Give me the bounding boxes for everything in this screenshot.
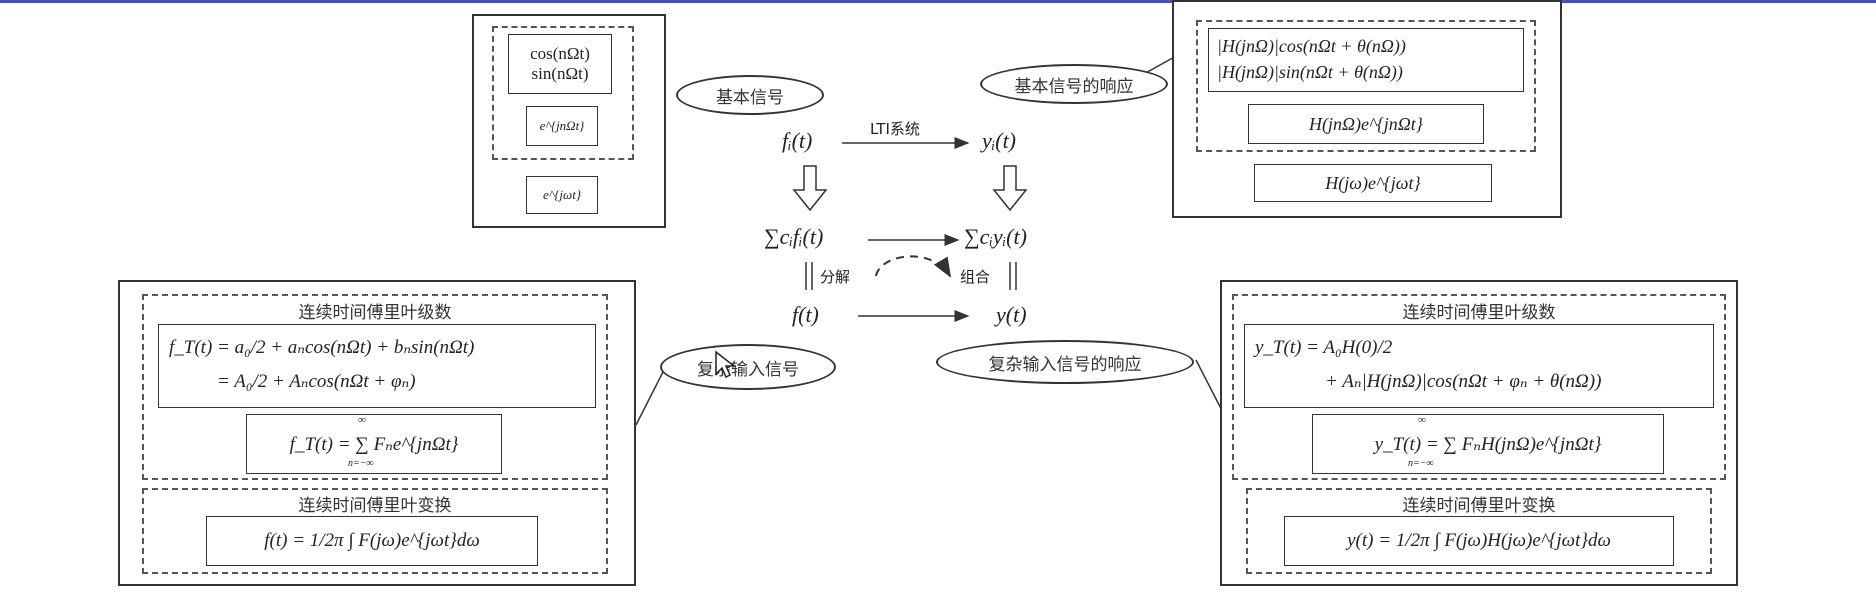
series-exp-box-left: f_T(t) = ∑ Fₙe^{jnΩt} xyxy=(246,414,502,474)
sum-limit-bottom-right: n=−∞ xyxy=(1408,458,1434,469)
mouse-cursor-icon xyxy=(715,350,737,379)
transform-box-left: f(t) = 1/2π ∫ F(jω)e^{jωt}dω xyxy=(206,516,538,566)
complex-response-ellipse: 复杂输入信号的响应 xyxy=(936,340,1194,384)
sum-limit-top-right: ∞ xyxy=(1418,414,1426,426)
cos-sin-box: cos(nΩt) sin(nΩt) xyxy=(508,34,612,94)
f-signal: f(t) xyxy=(792,302,819,327)
basic-response-ellipse: 基本信号的响应 xyxy=(980,64,1168,104)
decompose-label: 分解 xyxy=(820,268,851,286)
series-line1-right: y_T(t) = A₀H(0)/2 xyxy=(1255,337,1393,358)
series-exp-left: f_T(t) = ∑ Fₙe^{jnΩt} xyxy=(289,433,459,455)
series-exp-box-right: y_T(t) = ∑ FₙH(jnΩ)e^{jnΩt} xyxy=(1312,414,1664,474)
series-trig-box-left: f_T(t) = a₀/2 + aₙcos(nΩt) + bₙsin(nΩt) … xyxy=(158,324,596,408)
sum-f: ∑cᵢfᵢ(t) xyxy=(764,224,824,249)
basic-cos: cos(nΩt) xyxy=(530,44,590,63)
complex-response-label: 复杂输入信号的响应 xyxy=(988,354,1142,375)
lti-label: LTI系统 xyxy=(870,120,920,138)
transform-formula-left: f(t) = 1/2π ∫ F(jω)e^{jωt}dω xyxy=(264,530,480,551)
resp-exp-w-box: H(jω)e^{jωt} xyxy=(1254,164,1492,202)
basic-exp-w: e^{jωt} xyxy=(542,187,582,202)
leader-complex-input xyxy=(635,369,665,426)
sum-limit-top-left: ∞ xyxy=(358,414,366,426)
series-title-left: 连续时间傅里叶级数 xyxy=(298,303,452,323)
resp-exp-n: H(jnΩ)e^{jnΩt} xyxy=(1308,113,1423,134)
series-title-right: 连续时间傅里叶级数 xyxy=(1402,303,1556,323)
resp-exp-n-box: H(jnΩ)e^{jnΩt} xyxy=(1248,104,1484,144)
basic-response-label: 基本信号的响应 xyxy=(1014,76,1134,97)
resp-cos-sin-box: |H(jnΩ)|cos(nΩt + θ(nΩ)) |H(jnΩ)|sin(nΩt… xyxy=(1208,28,1524,92)
basic-sin: sin(nΩt) xyxy=(531,64,589,83)
dashed-curve-arrow xyxy=(875,255,952,278)
complex-input-ellipse: 复杂输入信号 xyxy=(660,344,836,390)
resp-exp-w: H(jω)e^{jωt} xyxy=(1325,172,1421,193)
basic-exp-n: e^{jnΩt} xyxy=(539,118,585,133)
series-line1-left: f_T(t) = a₀/2 + aₙcos(nΩt) + bₙsin(nΩt) xyxy=(169,337,475,358)
yi-signal: yᵢ(t) xyxy=(982,128,1017,153)
series-line2-right: + Aₙ|H(jnΩ)|cos(nΩt + φₙ + θ(nΩ)) xyxy=(1325,371,1602,392)
basic-signal-label: 基本信号 xyxy=(716,87,784,108)
transform-title-right: 连续时间傅里叶变换 xyxy=(1402,496,1556,516)
resp-sin: |H(jnΩ)|sin(nΩt + θ(nΩ)) xyxy=(1217,62,1403,82)
hollow-arrow-right xyxy=(992,165,1028,212)
y-signal: y(t) xyxy=(996,302,1027,327)
hollow-arrow-left xyxy=(792,165,828,212)
exp-w-box: e^{jωt} xyxy=(526,176,598,214)
series-line2-left: = A₀/2 + Aₙcos(nΩt + φₙ) xyxy=(217,371,416,392)
complex-input-label: 复杂输入信号 xyxy=(697,359,799,380)
exp-n-box: e^{jnΩt} xyxy=(526,106,598,146)
transform-formula-right: y(t) = 1/2π ∫ F(jω)H(jω)e^{jωt}dω xyxy=(1347,530,1611,551)
sum-y: ∑cᵢyᵢ(t) xyxy=(964,224,1027,249)
sum-limit-bottom-left: n=−∞ xyxy=(348,458,374,469)
series-trig-box-right: y_T(t) = A₀H(0)/2 + Aₙ|H(jnΩ)|cos(nΩt + … xyxy=(1244,324,1714,408)
basic-signal-ellipse: 基本信号 xyxy=(676,75,824,115)
fi-signal: fᵢ(t) xyxy=(782,128,813,153)
series-exp-right: y_T(t) = ∑ FₙH(jnΩ)e^{jnΩt} xyxy=(1374,433,1602,455)
transform-title-left: 连续时间傅里叶变换 xyxy=(298,496,452,516)
resp-cos: |H(jnΩ)|cos(nΩt + θ(nΩ)) xyxy=(1217,36,1406,56)
transform-box-right: y(t) = 1/2π ∫ F(jω)H(jω)e^{jωt}dω xyxy=(1284,516,1674,566)
combine-label: 组合 xyxy=(960,268,991,286)
